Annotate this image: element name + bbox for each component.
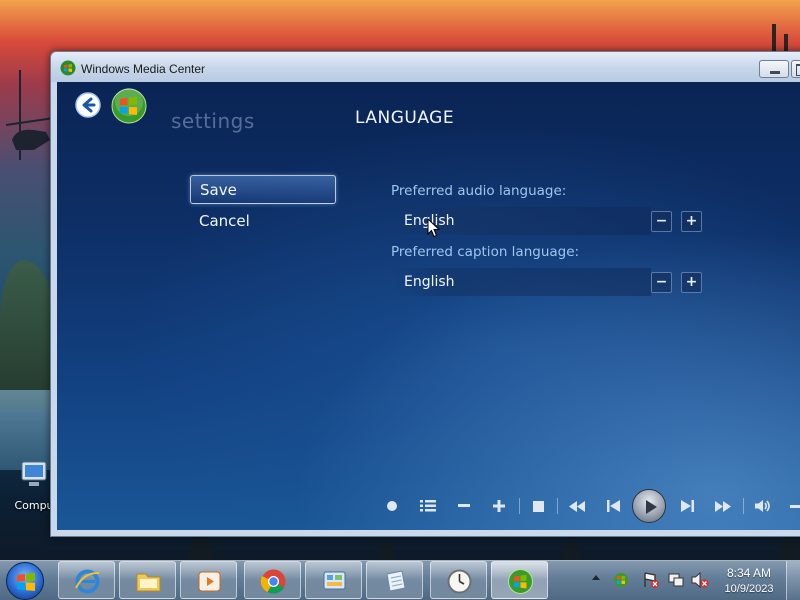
caption-language-value: English (404, 274, 455, 290)
minimize-button[interactable] (759, 60, 789, 78)
audio-language-increase-button[interactable]: + (681, 211, 702, 232)
caption-language-increase-button[interactable]: + (681, 272, 702, 293)
wallpaper-helicopter (6, 70, 54, 160)
notepad-icon (386, 570, 406, 592)
transport-bar (57, 489, 800, 523)
previous-icon[interactable] (602, 490, 624, 522)
clock-app-icon (447, 569, 472, 594)
action-center-icon[interactable] (612, 571, 630, 589)
start-button[interactable] (6, 562, 44, 600)
caption-language-field[interactable]: English (391, 268, 651, 296)
mouse-cursor-icon (427, 218, 441, 238)
taskbar-notepad[interactable] (366, 561, 423, 599)
chrome-icon (260, 569, 286, 594)
play-icon (646, 500, 657, 514)
mute-icon[interactable] (752, 490, 774, 522)
back-arrow-icon[interactable] (75, 92, 101, 118)
volume-minus-partial-icon[interactable] (784, 490, 800, 522)
taskbar-clock-app[interactable] (430, 561, 487, 599)
audio-language-label: Preferred audio language: (391, 183, 567, 199)
volume-up-icon[interactable] (488, 490, 510, 522)
file-explorer-icon (136, 573, 161, 592)
stop-icon[interactable] (527, 490, 549, 522)
taskbar-media-center[interactable] (491, 561, 548, 599)
save-button[interactable]: Save (190, 175, 336, 204)
taskbar-control-panel[interactable] (305, 561, 362, 599)
caption-language-decrease-button[interactable]: − (651, 272, 672, 293)
guide-icon[interactable] (417, 490, 439, 522)
control-panel-icon (323, 571, 346, 590)
window-title: Windows Media Center (81, 62, 206, 76)
taskbar-internet-explorer[interactable] (58, 561, 115, 599)
volume-muted-icon[interactable] (691, 571, 709, 589)
cancel-button[interactable]: Cancel (190, 207, 336, 236)
rewind-icon[interactable] (566, 490, 588, 522)
media-center-content: settings LANGUAGE Save Cancel Preferred … (57, 82, 800, 530)
caption-language-label: Preferred caption language: (391, 244, 580, 260)
transport-divider (519, 498, 520, 514)
taskbar-media-player[interactable] (180, 561, 237, 599)
display-icon[interactable] (667, 571, 685, 589)
windows-logo-icon (17, 572, 35, 591)
maximize-button[interactable] (791, 60, 800, 78)
computer-icon (21, 461, 47, 486)
play-button[interactable] (632, 489, 666, 523)
fast-forward-icon[interactable] (712, 490, 734, 522)
media-center-icon (508, 569, 533, 594)
record-icon[interactable] (381, 490, 403, 522)
audio-language-decrease-button[interactable]: − (651, 211, 672, 232)
volume-down-icon[interactable] (453, 490, 475, 522)
breadcrumb: settings (171, 109, 255, 133)
next-icon[interactable] (676, 490, 698, 522)
transport-divider (557, 498, 558, 514)
taskbar-file-explorer[interactable] (119, 561, 176, 599)
show-desktop-button[interactable] (786, 561, 800, 600)
window-titlebar[interactable]: Windows Media Center (51, 52, 800, 82)
taskbar-clock[interactable]: 8:34 AM 10/9/2023 (718, 565, 780, 597)
show-hidden-icons-arrow-icon[interactable] (591, 573, 601, 583)
media-center-window: Windows Media Center settings LANGUAGE S… (50, 51, 800, 537)
media-center-logo-icon (60, 60, 76, 76)
clock-date: 10/9/2023 (724, 583, 774, 595)
clock-time: 8:34 AM (726, 566, 772, 580)
internet-explorer-icon (75, 569, 100, 594)
media-player-icon (198, 571, 221, 592)
page-title: LANGUAGE (355, 108, 455, 128)
network-error-icon[interactable] (642, 571, 660, 589)
taskbar-chrome[interactable] (244, 561, 301, 599)
transport-divider (743, 498, 744, 514)
windows-orb-icon[interactable] (111, 88, 147, 124)
